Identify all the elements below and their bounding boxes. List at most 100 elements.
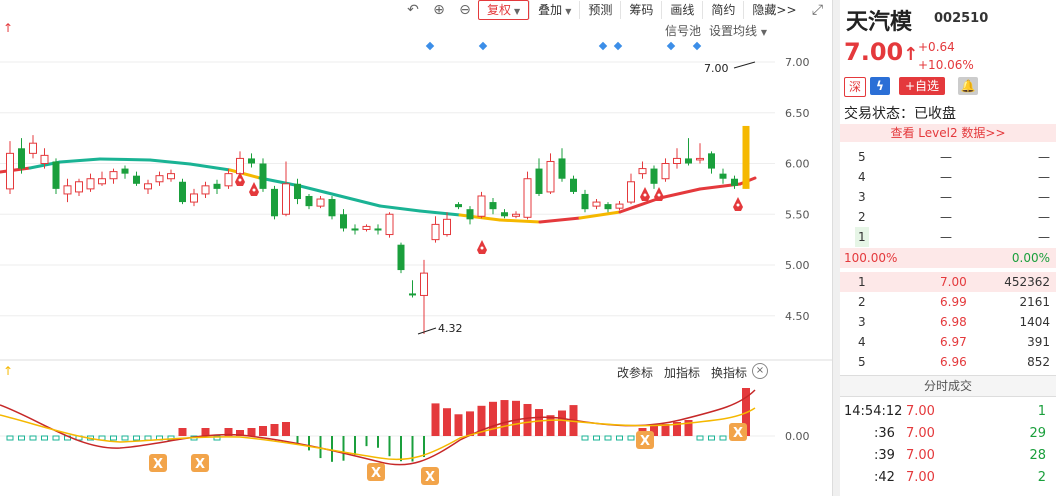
macd-bar (52, 435, 60, 441)
chips-button[interactable]: 筹码 (620, 1, 661, 19)
hide-button[interactable]: 隐藏>> (743, 1, 804, 19)
ma-line-segment (658, 187, 702, 200)
ma-line-segment (578, 210, 622, 220)
candle-body (650, 168, 658, 184)
ma-settings-button[interactable]: 设置均线 ▼ (709, 22, 767, 39)
x-marker-label: X (640, 434, 650, 449)
expand-icon[interactable]: ⤢ (808, 1, 828, 19)
up-arrow-icon: ↑ (3, 364, 13, 378)
signal-diamond-icon (598, 41, 608, 51)
rocket-window (480, 246, 484, 250)
signal-diamond-icon (666, 41, 676, 51)
price-change: +0.64 +10.06% (918, 40, 974, 72)
x-marker-label: X (371, 466, 381, 481)
candle-body (604, 204, 612, 210)
macd-bar (523, 403, 532, 436)
candle-body (431, 223, 440, 241)
candle-body (477, 195, 486, 217)
candle-body (63, 185, 72, 195)
draw-line-button[interactable]: 画线 (661, 1, 702, 19)
close-indicator-icon[interactable]: × (752, 363, 768, 379)
switch-indicator-button[interactable]: 换指标 (711, 364, 747, 381)
macd-bar (546, 415, 555, 436)
ma-line-segment (618, 196, 662, 214)
ma-line-segment (188, 162, 232, 172)
y-tick-label: 5.00 (785, 259, 810, 272)
macd-bar (41, 435, 48, 441)
tick-row: :39 7.00 28 (874, 448, 1046, 463)
candle-body (271, 188, 278, 217)
candle-body (236, 157, 244, 175)
simple-button[interactable]: 简约 (702, 1, 743, 19)
buy-sell-ratio: 100.00% 0.00% (840, 248, 1056, 268)
candle-body (259, 163, 267, 189)
kline-chart-area[interactable]: 7.00 6.50 6.00 5.50 5.00 4.50 0.00 7.00 4.32 ↑ ↑ X X… (0, 0, 832, 496)
candle-body (512, 213, 520, 217)
macd-bar (110, 435, 117, 441)
candle-body (466, 209, 474, 220)
candle-body (443, 218, 451, 236)
add-indicator-button[interactable]: 加指标 (664, 364, 700, 381)
ma-line-segment (538, 216, 582, 224)
macd-bar (512, 400, 520, 436)
candle-body (75, 181, 83, 193)
macd-bar (29, 435, 37, 441)
low-price-arrow (417, 327, 437, 335)
buy-row: 5 6.96 852 (858, 355, 1050, 369)
candle-body (685, 158, 692, 164)
macd-bar (270, 424, 279, 436)
candle-body (501, 212, 508, 217)
stock-name: 天汽模 (846, 10, 913, 35)
sell-row: 3— — (858, 190, 1050, 204)
macd-bar (144, 435, 152, 441)
macd-bar (342, 436, 345, 461)
modify-param-button[interactable]: 改参标 (617, 364, 653, 381)
macd-bar (259, 426, 267, 436)
overlay-button[interactable]: 叠加 ▼ (529, 1, 579, 19)
candle-body (708, 153, 715, 169)
lightning-icon[interactable]: ϟ (870, 77, 890, 95)
signal-diamond-icon (478, 41, 488, 51)
candle-body (248, 158, 255, 164)
macd-bar (247, 428, 256, 436)
candle-body (155, 175, 164, 183)
macd-bar (423, 436, 425, 458)
buy-row: 3 6.98 1404 (858, 315, 1050, 329)
tick-row: :42 7.00 2 (874, 470, 1046, 485)
y-tick-label: 4.50 (785, 310, 810, 323)
candle-body (98, 178, 106, 185)
candle-body (316, 198, 325, 207)
candle-body (18, 148, 25, 169)
zoom-out-icon[interactable]: ⊖ (455, 1, 475, 19)
add-favorite-button[interactable]: +自选 (899, 77, 945, 95)
candle-body (455, 204, 462, 208)
candle-body (615, 203, 624, 209)
candle-body (731, 178, 738, 186)
y-tick-label: 6.50 (785, 107, 810, 120)
ma-line-segment (58, 157, 102, 164)
macd-bar (466, 411, 474, 436)
sell-row: 5— — (858, 150, 1050, 164)
macd-bar (354, 436, 356, 456)
macd-bar (18, 435, 25, 441)
level2-link[interactable]: 查看 Level2 数据>> (840, 124, 1056, 142)
candle-body (558, 158, 566, 179)
signal-pool-button[interactable]: 信号池 (665, 22, 701, 39)
zoom-in-icon[interactable]: ⊕ (429, 1, 449, 19)
candle-body (29, 142, 37, 154)
candle-body (661, 163, 670, 180)
candle-body (385, 213, 394, 236)
undo-icon[interactable]: ↶ (403, 1, 423, 19)
macd-bar (604, 435, 612, 441)
signal-diamond-icon (692, 41, 702, 51)
market-badge: 深 (844, 77, 866, 97)
ma-line-segment (0, 166, 32, 174)
candle-body (523, 178, 532, 218)
fuquan-button[interactable]: 复权 ▼ (478, 0, 530, 20)
forecast-button[interactable]: 预测 (579, 1, 620, 19)
macd-bar (616, 435, 623, 441)
x-marker-label: X (195, 457, 205, 472)
bell-icon[interactable]: 🔔 (958, 77, 978, 95)
y-tick-label: 7.00 (785, 56, 810, 69)
macd-bar (627, 435, 635, 441)
